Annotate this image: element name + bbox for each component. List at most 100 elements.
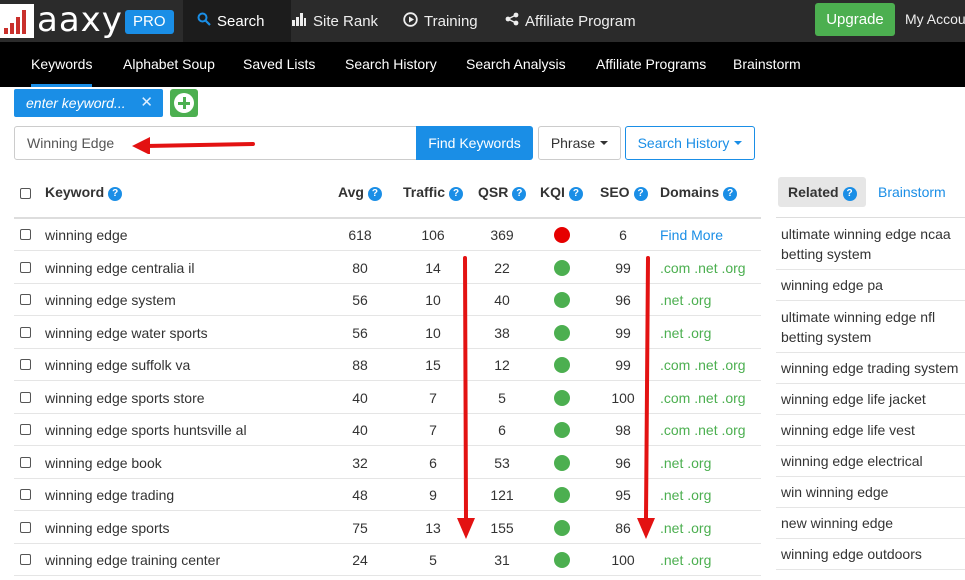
- caret-down-icon: [734, 141, 743, 145]
- keyword-cell[interactable]: winning edge trading: [45, 479, 174, 511]
- related-keyword-item[interactable]: winning edge outdoors: [776, 539, 965, 570]
- col-kqi[interactable]: KQI?: [540, 184, 583, 201]
- row-checkbox[interactable]: [20, 326, 31, 338]
- col-avg[interactable]: Avg?: [338, 184, 382, 201]
- nav-training-label: Training: [424, 12, 478, 30]
- help-icon[interactable]: ?: [842, 187, 857, 201]
- keyword-cell[interactable]: winning edge suffolk va: [45, 349, 190, 381]
- annotation-arrow-down-qsr: [457, 256, 475, 539]
- qsr-cell: 40: [494, 292, 510, 308]
- tab-saved-lists[interactable]: Saved Lists: [243, 42, 315, 87]
- avg-cell: 48: [352, 487, 368, 503]
- related-keyword-item[interactable]: win winning edge: [776, 477, 965, 508]
- avg-cell: 32: [352, 454, 368, 471]
- kqi-indicator-icon: [554, 454, 570, 471]
- keyword-cell[interactable]: winning edge system: [45, 284, 176, 316]
- keyword-cell[interactable]: winning edge sports: [45, 512, 170, 544]
- domains-cell[interactable]: Find More: [660, 219, 723, 251]
- nav-search[interactable]: Search: [183, 0, 291, 42]
- search-icon: [197, 12, 211, 30]
- help-icon[interactable]: ?: [449, 187, 464, 201]
- help-icon[interactable]: ?: [723, 187, 738, 201]
- domains-cell[interactable]: .net .org: [660, 544, 711, 576]
- keyword-cell[interactable]: winning edge book: [45, 447, 162, 479]
- tab-search-history[interactable]: Search History: [345, 42, 437, 87]
- upgrade-button[interactable]: Upgrade: [815, 3, 895, 36]
- nav-affiliate-program[interactable]: Affiliate Program: [491, 0, 650, 42]
- related-keyword-item[interactable]: winning edge electrical: [776, 446, 965, 477]
- help-icon[interactable]: ?: [367, 187, 382, 201]
- avg-cell: 40: [352, 389, 368, 406]
- col-domains[interactable]: Domains?: [660, 184, 738, 201]
- related-keyword-item[interactable]: winning edge life vest: [776, 415, 965, 446]
- keyword-cell[interactable]: winning edge water sports: [45, 317, 208, 349]
- related-keyword-item[interactable]: winning edge life jacket: [776, 384, 965, 415]
- logo-bars-icon: [0, 4, 34, 38]
- nav-training[interactable]: Training: [389, 0, 492, 42]
- row-checkbox[interactable]: [20, 521, 31, 533]
- row-checkbox[interactable]: [20, 229, 31, 240]
- keyword-tab-chip[interactable]: enter keyword... ✕: [14, 89, 163, 117]
- table-row[interactable]: winning edge training center 24 5 31 100 .net…: [14, 544, 761, 576]
- kqi-indicator-icon: [554, 552, 570, 568]
- domains-cell[interactable]: .com .net .org: [660, 349, 746, 381]
- row-checkbox[interactable]: [20, 294, 31, 305]
- related-keyword-item[interactable]: new winning edge: [776, 508, 965, 539]
- traffic-cell: 7: [429, 422, 437, 438]
- col-traffic[interactable]: Traffic?: [403, 184, 464, 201]
- domains-cell[interactable]: .net .org: [660, 317, 711, 349]
- tab-related[interactable]: Related?: [778, 177, 866, 207]
- row-checkbox[interactable]: [20, 424, 31, 435]
- domains-cell[interactable]: .net .org: [660, 479, 711, 511]
- keyword-cell[interactable]: winning edge sports huntsville al: [45, 414, 247, 446]
- tab-search-analysis[interactable]: Search Analysis: [466, 42, 566, 87]
- table-header: Keyword? Avg? Traffic? QSR? KQI? SEO? Do…: [14, 175, 761, 219]
- related-keyword-item[interactable]: winning edge pa: [776, 270, 965, 301]
- caret-down-icon: [600, 141, 609, 145]
- row-checkbox[interactable]: [20, 391, 31, 403]
- search-history-dropdown[interactable]: Search History: [625, 126, 755, 160]
- table-row[interactable]: winning edge 618 106 369 6 Find More: [14, 219, 761, 251]
- row-checkbox[interactable]: [20, 554, 31, 565]
- phrase-dropdown[interactable]: Phrase: [538, 126, 621, 160]
- add-keyword-tab-button[interactable]: [170, 89, 198, 117]
- help-icon[interactable]: ?: [568, 187, 583, 201]
- nav-site-rank[interactable]: Site Rank: [277, 0, 392, 42]
- phrase-dropdown-label: Phrase: [550, 135, 596, 151]
- my-account-link[interactable]: My Accou: [905, 11, 965, 27]
- domains-cell[interactable]: .com .net .org: [660, 252, 746, 284]
- domains-cell[interactable]: .net .org: [660, 284, 711, 316]
- tab-affiliate-programs[interactable]: Affiliate Programs: [596, 42, 706, 87]
- find-keywords-button[interactable]: Find Keywords: [416, 126, 533, 160]
- tab-alphabet-soup[interactable]: Alphabet Soup: [123, 42, 215, 87]
- select-all-checkbox[interactable]: [20, 188, 31, 199]
- domains-cell[interactable]: .com .net .org: [660, 414, 746, 446]
- help-icon[interactable]: ?: [512, 187, 527, 201]
- related-keyword-item[interactable]: ultimate winning edge nfl betting system: [776, 301, 965, 353]
- domains-cell[interactable]: .net .org: [660, 512, 711, 544]
- logo-text: aaxy: [37, 0, 123, 40]
- related-keyword-item[interactable]: ultimate winning edge ncaa betting syste…: [776, 218, 965, 270]
- help-icon[interactable]: ?: [108, 187, 123, 201]
- tab-related-brainstorm[interactable]: Brainstorm: [878, 177, 946, 207]
- keyword-cell[interactable]: winning edge: [45, 219, 128, 251]
- domains-cell[interactable]: .net .org: [660, 447, 711, 479]
- col-seo[interactable]: SEO?: [600, 184, 648, 201]
- col-qsr[interactable]: QSR?: [478, 184, 527, 201]
- help-icon[interactable]: ?: [633, 187, 648, 201]
- related-keyword-item[interactable]: winning edge trading system: [776, 353, 965, 384]
- close-icon[interactable]: ✕: [140, 89, 153, 117]
- qsr-cell: 31: [494, 552, 510, 568]
- col-keyword[interactable]: Keyword?: [45, 184, 123, 201]
- keyword-cell[interactable]: winning edge sports store: [45, 382, 205, 414]
- tab-keywords[interactable]: Keywords: [31, 42, 93, 87]
- row-checkbox[interactable]: [20, 489, 31, 500]
- keyword-cell[interactable]: winning edge training center: [45, 544, 220, 576]
- row-checkbox[interactable]: [20, 359, 31, 370]
- row-checkbox[interactable]: [20, 261, 31, 273]
- row-checkbox[interactable]: [20, 456, 31, 468]
- domains-cell[interactable]: .com .net .org: [660, 382, 746, 414]
- tab-brainstorm[interactable]: Brainstorm: [733, 42, 801, 87]
- qsr-cell: 12: [494, 357, 510, 373]
- keyword-cell[interactable]: winning edge centralia il: [45, 252, 194, 284]
